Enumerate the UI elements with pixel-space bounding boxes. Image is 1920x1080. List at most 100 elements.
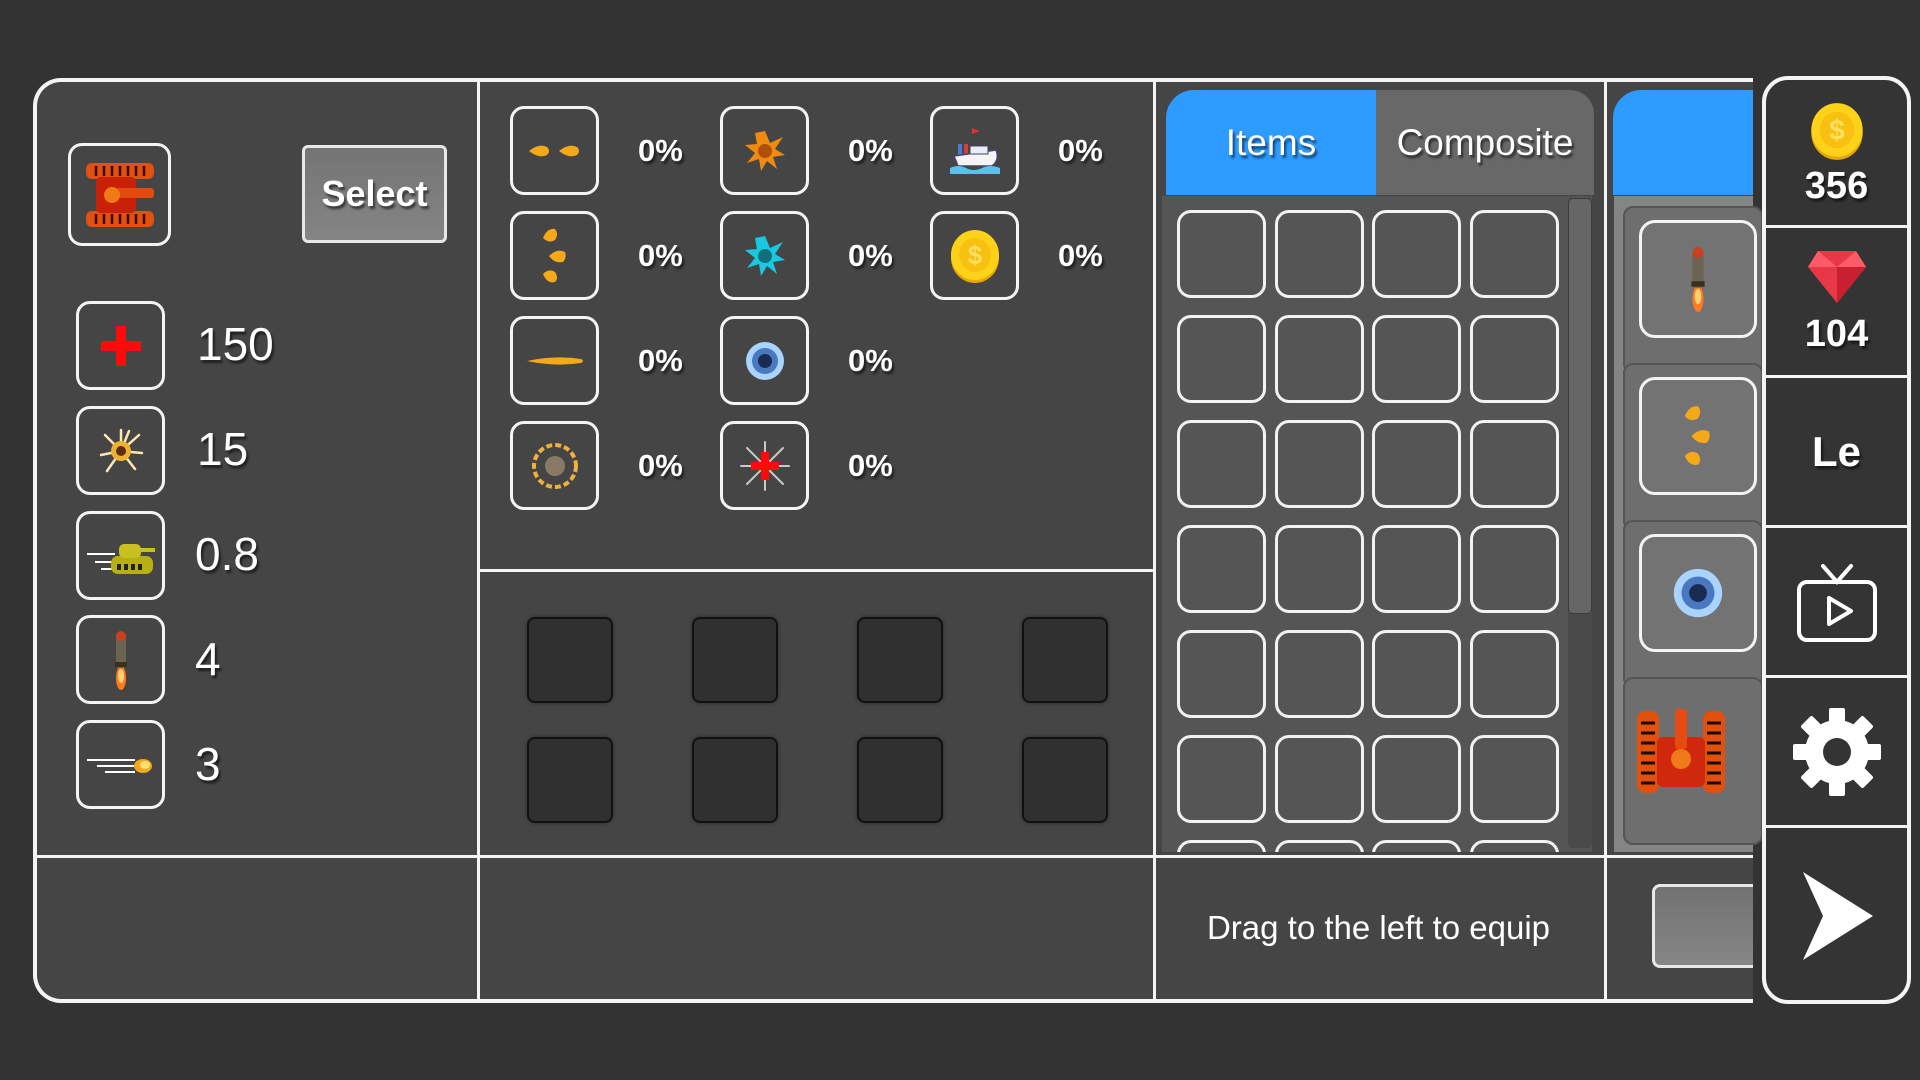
inventory-slot[interactable] <box>1177 315 1266 403</box>
health-cross-icon <box>100 325 141 366</box>
stat-health <box>76 301 165 390</box>
tank-speed-icon <box>86 543 155 574</box>
stat-speed-value: 0.8 <box>195 528 259 580</box>
next-button[interactable] <box>1766 828 1907 1000</box>
inventory-slot[interactable] <box>1372 315 1461 403</box>
scrollbar-thumb[interactable] <box>1568 198 1592 614</box>
skill-percent: 0% <box>848 343 893 378</box>
inventory-slot[interactable] <box>1470 840 1559 852</box>
inventory-slot[interactable] <box>1177 210 1266 298</box>
skill-slot[interactable] <box>720 211 809 300</box>
triple-bullet-icon <box>542 228 566 282</box>
tank-preview[interactable] <box>68 143 171 246</box>
gold-coin-icon: $ <box>1810 102 1863 160</box>
inventory-slot[interactable] <box>1177 630 1266 718</box>
tab-composite[interactable]: Composite <box>1376 90 1594 195</box>
skill-percent: 0% <box>1058 238 1103 273</box>
cyan-explosion-icon <box>744 235 785 276</box>
svg-text:$: $ <box>967 240 982 270</box>
ice-orb-icon <box>745 341 784 380</box>
inventory-slot[interactable] <box>1470 735 1559 823</box>
inventory-slot[interactable] <box>1177 735 1266 823</box>
stat-bullet-speed <box>76 720 165 809</box>
ship-icon <box>949 127 1000 174</box>
ruby-gem-icon <box>1807 250 1866 303</box>
equipped-item[interactable] <box>1623 206 1763 374</box>
skill-slot[interactable]: $ <box>930 211 1019 300</box>
inventory-slot[interactable] <box>1470 420 1559 508</box>
skill-percent: 0% <box>638 343 683 378</box>
scrollbar-track[interactable] <box>1568 198 1592 848</box>
level-button[interactable]: Le <box>1766 378 1907 525</box>
inventory-slot[interactable] <box>1470 315 1559 403</box>
skill-slot[interactable] <box>510 421 599 510</box>
coin-count: 356 <box>1804 164 1869 207</box>
skill-slot[interactable] <box>720 316 809 405</box>
skill-slot[interactable] <box>510 211 599 300</box>
divider <box>477 569 1153 572</box>
watch-ad-button[interactable] <box>1766 528 1907 675</box>
inventory-slot[interactable] <box>1275 210 1364 298</box>
inventory-slot[interactable] <box>1275 525 1364 613</box>
inventory-slot[interactable] <box>1275 420 1364 508</box>
inventory-slot[interactable] <box>1470 525 1559 613</box>
divider <box>1604 82 1607 999</box>
equip-slot[interactable] <box>857 737 943 823</box>
equip-slot[interactable] <box>692 617 778 703</box>
skill-slot[interactable] <box>720 106 809 195</box>
inventory-slot[interactable] <box>1372 210 1461 298</box>
equipped-action-button[interactable] <box>1652 884 1753 968</box>
inventory-slot[interactable] <box>1177 840 1266 852</box>
inventory-slot[interactable] <box>1372 840 1461 852</box>
inventory-slot[interactable] <box>1275 315 1364 403</box>
inventory-slot[interactable] <box>1372 525 1461 613</box>
equipped-header <box>1613 90 1753 195</box>
equip-slot[interactable] <box>692 737 778 823</box>
skill-percent: 0% <box>638 238 683 273</box>
stat-damage <box>76 406 165 495</box>
skill-slot[interactable] <box>930 106 1019 195</box>
equip-slot[interactable] <box>1022 737 1108 823</box>
gem-balance: 104 <box>1766 228 1907 376</box>
tv-play-icon <box>1796 563 1877 642</box>
inventory-grid <box>1162 196 1592 852</box>
inventory-slot[interactable] <box>1177 525 1266 613</box>
equipped-item[interactable] <box>1623 520 1763 688</box>
equipped-item[interactable] <box>1623 677 1763 845</box>
stat-bullet-speed-value: 3 <box>195 738 221 790</box>
play-arrow-icon <box>1802 872 1873 960</box>
triple-bullet-icon <box>1684 406 1710 465</box>
stat-rockets <box>76 615 165 704</box>
skill-percent: 0% <box>848 238 893 273</box>
equip-hint: Drag to the left to equip <box>1206 909 1551 946</box>
red-tank-icon <box>1637 709 1725 793</box>
inventory-slot[interactable] <box>1372 420 1461 508</box>
stat-speed <box>76 511 165 600</box>
double-bullet-icon <box>528 145 579 156</box>
inventory-slot[interactable] <box>1470 210 1559 298</box>
skill-slot[interactable] <box>510 106 599 195</box>
right-sidebar: $ 356 104 Le <box>1762 76 1911 1004</box>
equipped-item[interactable] <box>1623 363 1763 531</box>
inventory-slot[interactable] <box>1372 735 1461 823</box>
skill-slot[interactable] <box>510 316 599 405</box>
inventory-slot[interactable] <box>1275 735 1364 823</box>
tab-items[interactable]: Items <box>1166 90 1376 195</box>
inventory-slot[interactable] <box>1470 630 1559 718</box>
settings-button[interactable] <box>1766 678 1907 825</box>
equip-slot[interactable] <box>1022 617 1108 703</box>
select-button[interactable]: Select <box>302 145 447 243</box>
heal-burst-icon <box>739 440 790 491</box>
inventory-slot[interactable] <box>1275 630 1364 718</box>
equip-slot[interactable] <box>857 617 943 703</box>
inventory-slot[interactable] <box>1372 630 1461 718</box>
gold-coin-icon: $ <box>950 229 999 283</box>
equip-slot[interactable] <box>527 737 613 823</box>
stat-rockets-value: 4 <box>195 633 221 685</box>
skill-slot[interactable] <box>720 421 809 510</box>
inventory-slot[interactable] <box>1275 840 1364 852</box>
stat-damage-value: 15 <box>197 423 249 475</box>
equip-slot[interactable] <box>527 617 613 703</box>
rocket-icon <box>1691 247 1705 312</box>
inventory-slot[interactable] <box>1177 420 1266 508</box>
